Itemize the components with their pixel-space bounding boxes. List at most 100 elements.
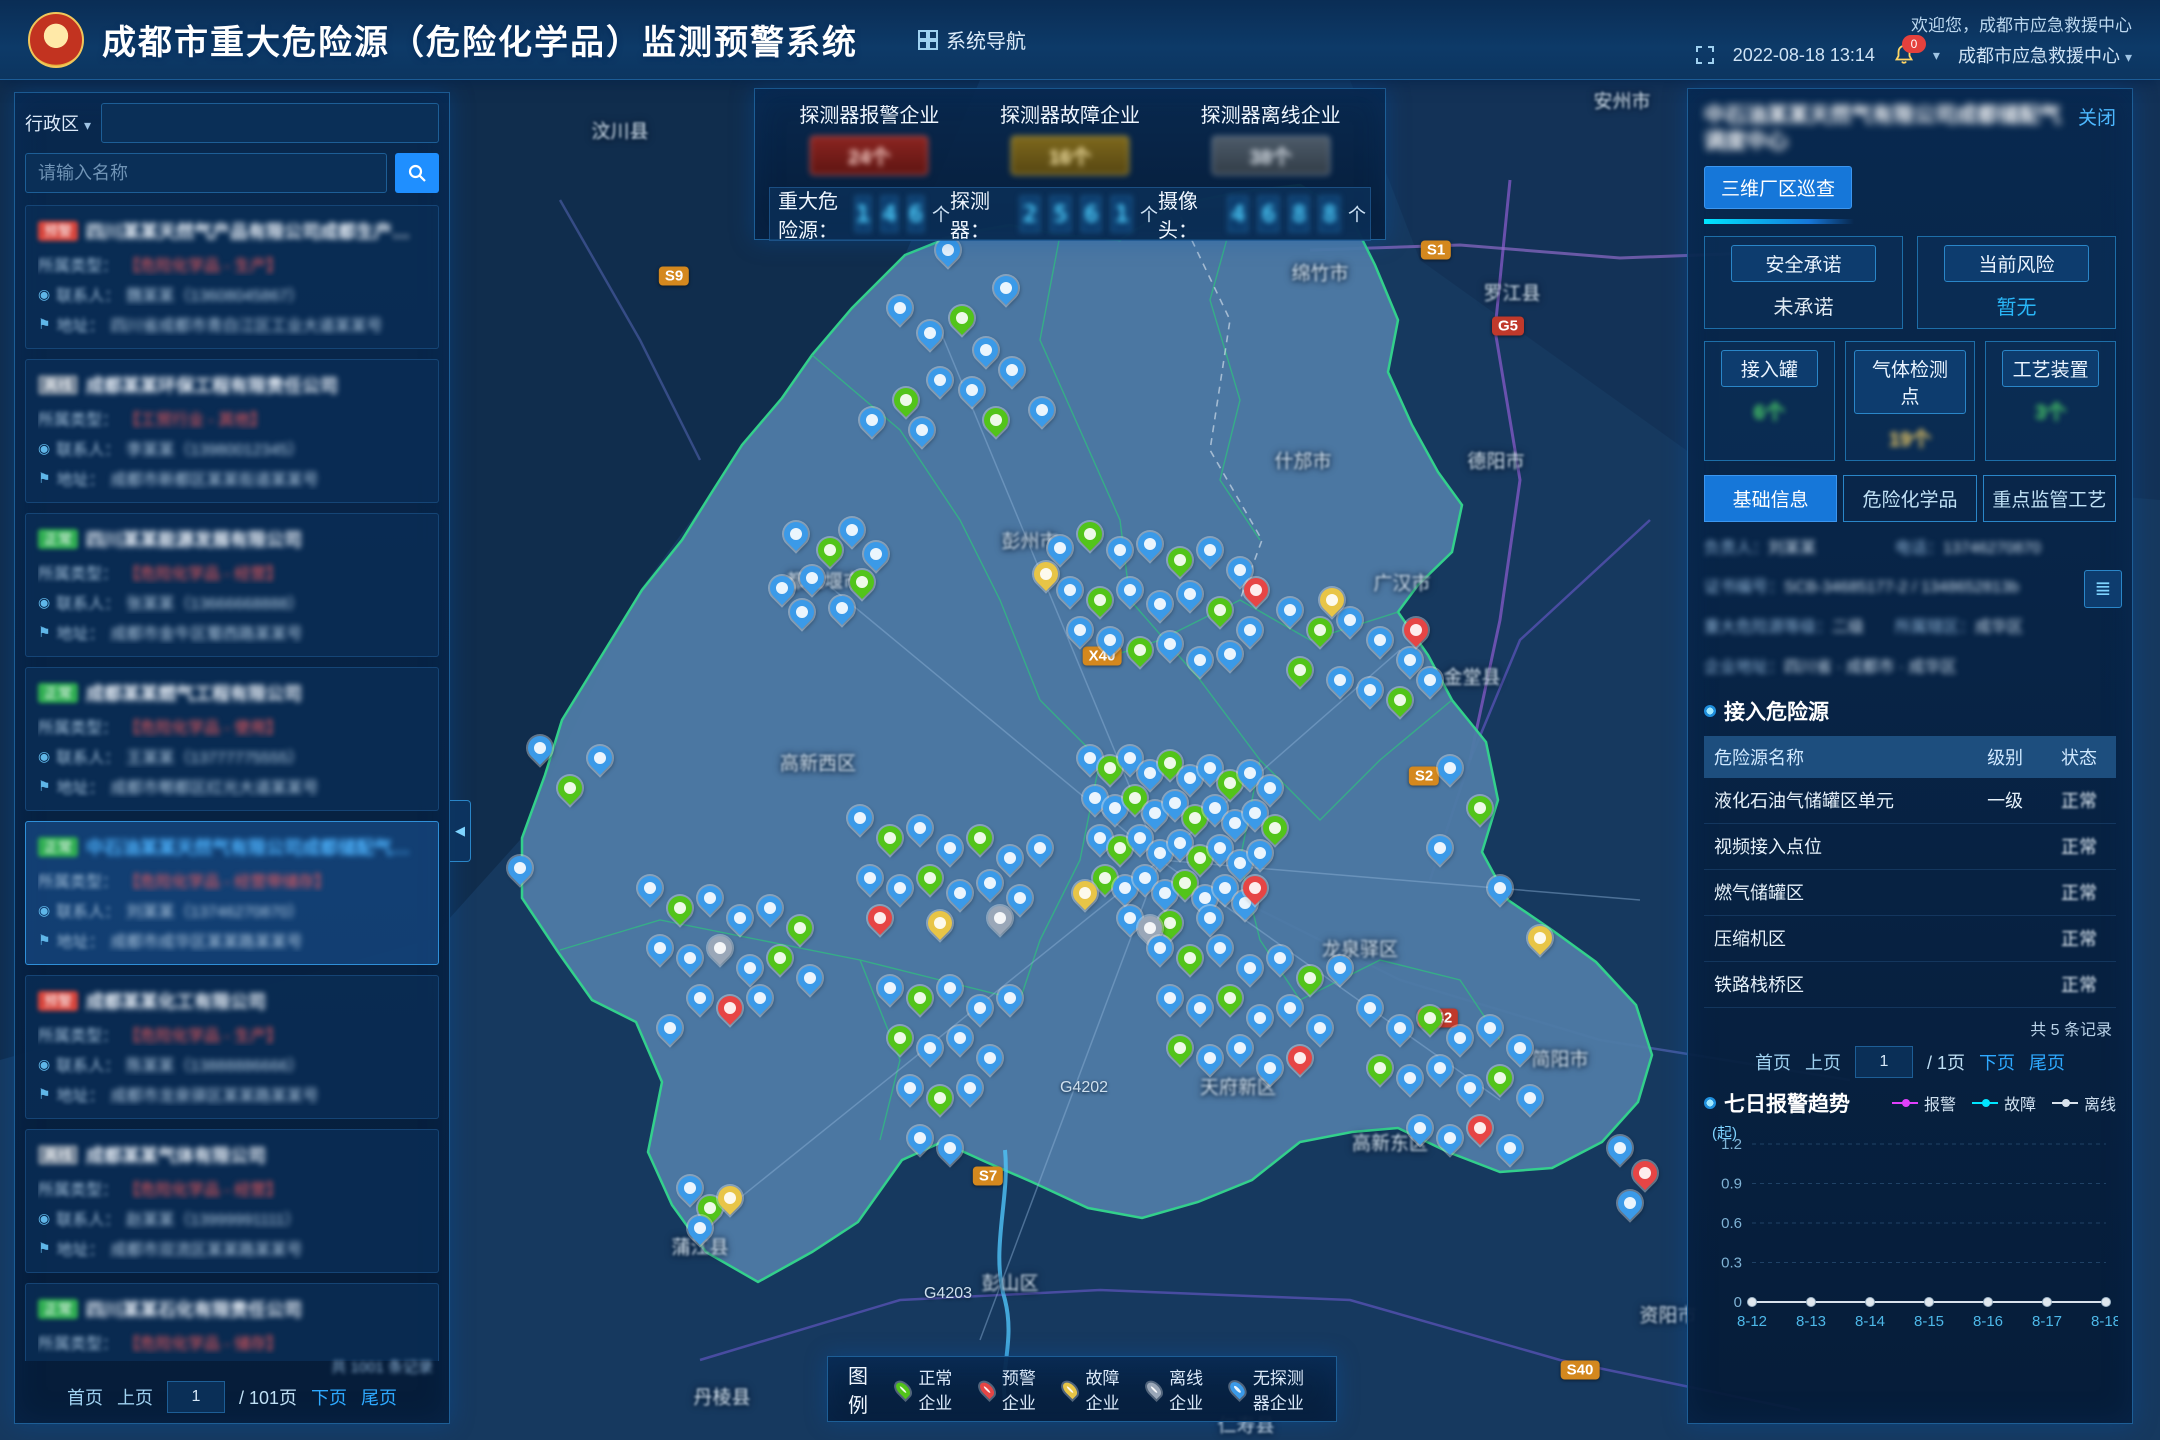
- pager-next-button[interactable]: 下页: [311, 1384, 347, 1410]
- map-marker-pin-normal[interactable]: [1173, 941, 1207, 975]
- map-marker-pin-detectorless[interactable]: [1233, 613, 1267, 647]
- map-marker-pin-alarm[interactable]: [1463, 1111, 1497, 1145]
- map-marker-pin-detectorless[interactable]: [673, 941, 707, 975]
- map-marker-pin-detectorless[interactable]: [1183, 643, 1217, 677]
- map-marker-pin-detectorless[interactable]: [1423, 1051, 1457, 1085]
- map-marker-pin-detectorless[interactable]: [1453, 1071, 1487, 1105]
- map-marker-pin-detectorless[interactable]: [1363, 623, 1397, 657]
- map-marker-pin-detectorless[interactable]: [1173, 577, 1207, 611]
- map-marker-pin-detectorless[interactable]: [1303, 1011, 1337, 1045]
- map-marker-pin-detectorless[interactable]: [753, 891, 787, 925]
- map-marker-pin-normal[interactable]: [1483, 1061, 1517, 1095]
- map-marker-pin-detectorless[interactable]: [1153, 627, 1187, 661]
- map-marker-pin-normal[interactable]: [553, 771, 587, 805]
- map-marker-pin-normal[interactable]: [913, 861, 947, 895]
- map-marker-pin-detectorless[interactable]: [893, 1071, 927, 1105]
- map-marker-pin-detectorless[interactable]: [1503, 1031, 1537, 1065]
- map-marker-pin-detectorless[interactable]: [1053, 573, 1087, 607]
- map-marker-pin-detectorless[interactable]: [1493, 1131, 1527, 1165]
- map-marker-pin-normal[interactable]: [763, 941, 797, 975]
- system-nav-button[interactable]: 系统导航: [918, 25, 1026, 54]
- map-marker-pin-normal[interactable]: [903, 981, 937, 1015]
- map-marker-pin-fault[interactable]: [923, 906, 957, 940]
- map-marker-pin-normal[interactable]: [1383, 683, 1417, 717]
- map-marker-pin-detectorless[interactable]: [943, 876, 977, 910]
- company-list-item[interactable]: 预警四川某某天然气产品有限公司成都生产基地所属类型：【危险化学品 - 生产】◉联…: [25, 205, 439, 349]
- map-marker-pin-alarm[interactable]: [1283, 1041, 1317, 1075]
- map-marker-pin-detectorless[interactable]: [913, 1031, 947, 1065]
- map-marker-pin-detectorless[interactable]: [693, 881, 727, 915]
- map-marker-pin-normal[interactable]: [845, 565, 879, 599]
- search-button[interactable]: [395, 153, 439, 193]
- map-marker-pin-detectorless[interactable]: [765, 571, 799, 605]
- hazard-table-row[interactable]: 视频接入点位正常: [1704, 823, 2116, 869]
- hazard-table-row[interactable]: 液化石油气储罐区单元一级正常: [1704, 778, 2116, 824]
- map-marker-pin-detectorless[interactable]: [1473, 1011, 1507, 1045]
- map-marker-pin-detectorless[interactable]: [933, 971, 967, 1005]
- map-marker-pin-detectorless[interactable]: [883, 871, 917, 905]
- map-marker-pin-detectorless[interactable]: [1253, 1051, 1287, 1085]
- map-marker-pin-detectorless[interactable]: [1213, 637, 1247, 671]
- hazard-table-row[interactable]: 燃气储罐区正常: [1704, 869, 2116, 915]
- map-marker-pin-normal[interactable]: [813, 533, 847, 567]
- map-marker-pin-detectorless[interactable]: [993, 841, 1027, 875]
- map-marker-pin-detectorless[interactable]: [1273, 991, 1307, 1025]
- map-marker-pin-detectorless[interactable]: [503, 851, 537, 885]
- map-marker-pin-normal[interactable]: [1463, 791, 1497, 825]
- tab-基础信息[interactable]: 基础信息: [1704, 475, 1837, 522]
- map-marker-pin-detectorless[interactable]: [1023, 831, 1057, 865]
- map-marker-pin-normal[interactable]: [663, 891, 697, 925]
- map-marker-pin-detectorless[interactable]: [853, 861, 887, 895]
- map-marker-pin-detectorless[interactable]: [1243, 1001, 1277, 1035]
- map-marker-pin-alarm[interactable]: [713, 991, 747, 1025]
- hazard-table-row[interactable]: 压缩机区正常: [1704, 915, 2116, 961]
- map-marker-pin-detectorless[interactable]: [1143, 587, 1177, 621]
- map-marker-pin-detectorless[interactable]: [1043, 531, 1077, 565]
- tab-危险化学品[interactable]: 危险化学品: [1843, 475, 1976, 522]
- company-list-item[interactable]: 正常中石油某某天然气有限公司成都储配气调度中心所属类型：【危险化学品 - 经营带…: [25, 821, 439, 965]
- pager-first-button[interactable]: 首页: [67, 1384, 103, 1410]
- company-list-item[interactable]: 离线成都某某环保工程有限责任公司所属类型：【工贸行业 - 其他】◉联系人：李某某…: [25, 359, 439, 503]
- map-marker-pin-detectorless[interactable]: [1353, 673, 1387, 707]
- map-marker-pin-detectorless[interactable]: [923, 363, 957, 397]
- plant-3d-tour-button[interactable]: 三维厂区巡查: [1704, 166, 1852, 209]
- company-list-item[interactable]: 离线成都某某气体有限公司所属类型：【危险化学品 - 经营】◉联系人：赵某某（13…: [25, 1129, 439, 1273]
- notifications-button[interactable]: 0: [1893, 44, 1915, 66]
- map-marker-pin-detectorless[interactable]: [843, 801, 877, 835]
- pager-last-button[interactable]: 尾页: [361, 1384, 397, 1410]
- close-button[interactable]: 关闭: [2078, 103, 2116, 130]
- map-marker-pin-detectorless[interactable]: [1233, 951, 1267, 985]
- company-list-item[interactable]: 预警成都某某化工有限公司所属类型：【危险化学品 - 生产】◉联系人：陈某某（13…: [25, 975, 439, 1119]
- map-marker-pin-detectorless[interactable]: [995, 353, 1029, 387]
- map-marker-pin-detectorless[interactable]: [1323, 951, 1357, 985]
- org-dropdown[interactable]: 成都市应急救援中心 ▾: [1958, 42, 2132, 68]
- map-marker-pin-normal[interactable]: [945, 301, 979, 335]
- map-marker-pin-fault[interactable]: [1523, 921, 1557, 955]
- company-list-item[interactable]: 正常四川某某能源发展有限公司所属类型：【危险化学品 - 经营】◉联系人：张某某（…: [25, 513, 439, 657]
- map-marker-pin-normal[interactable]: [1083, 583, 1117, 617]
- map-marker-pin-detectorless[interactable]: [969, 333, 1003, 367]
- map-marker-pin-detectorless[interactable]: [825, 591, 859, 625]
- map-marker-pin-offline[interactable]: [703, 931, 737, 965]
- map-marker-pin-detectorless[interactable]: [743, 981, 777, 1015]
- detail-list-button[interactable]: ≣: [2084, 570, 2122, 608]
- sidebar-collapse-handle[interactable]: ◀: [450, 800, 471, 862]
- map-marker-pin-detectorless[interactable]: [955, 373, 989, 407]
- map-marker-pin-detectorless[interactable]: [1113, 573, 1147, 607]
- map-marker-pin-detectorless[interactable]: [1613, 1186, 1647, 1220]
- map-marker-pin-detectorless[interactable]: [873, 971, 907, 1005]
- hazard-table-row[interactable]: 铁路栈桥区正常: [1704, 961, 2116, 1007]
- map-marker-pin-normal[interactable]: [1293, 961, 1327, 995]
- map-marker-pin-detectorless[interactable]: [1063, 613, 1097, 647]
- pager-first-button[interactable]: 首页: [1755, 1049, 1791, 1075]
- map-marker-pin-detectorless[interactable]: [643, 931, 677, 965]
- map-marker-pin-detectorless[interactable]: [795, 561, 829, 595]
- district-select-input[interactable]: [101, 103, 439, 143]
- pager-prev-button[interactable]: 上页: [117, 1384, 153, 1410]
- map-marker-pin-detectorless[interactable]: [1443, 1021, 1477, 1055]
- map-marker-pin-normal[interactable]: [1073, 517, 1107, 551]
- map-marker-pin-normal[interactable]: [1163, 543, 1197, 577]
- map-marker-pin-detectorless[interactable]: [785, 595, 819, 629]
- map-marker-pin-detectorless[interactable]: [943, 1021, 977, 1055]
- map-marker-pin-detectorless[interactable]: [1483, 871, 1517, 905]
